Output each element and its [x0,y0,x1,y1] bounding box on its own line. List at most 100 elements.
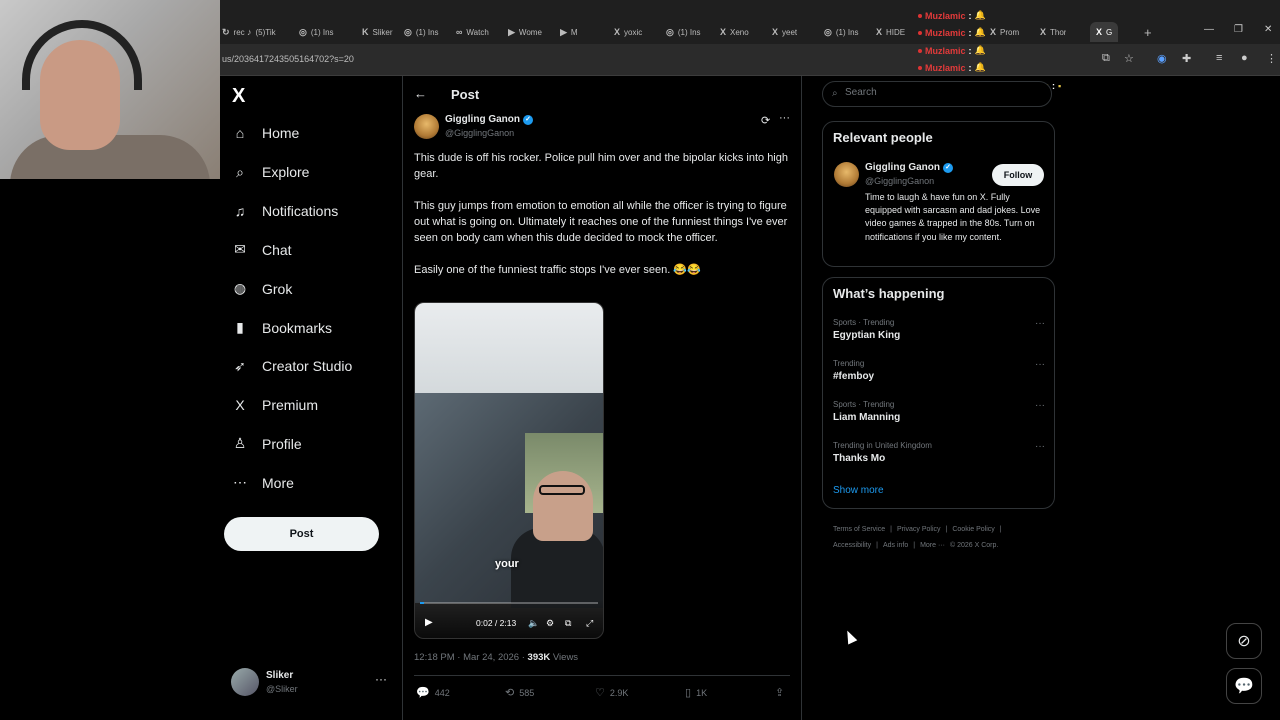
browser-tab[interactable]: X Thor [1040,22,1066,42]
trend-item[interactable]: Sports · Trending Egyptian King ··· [833,318,1045,341]
relevant-person-handle[interactable]: @GigglingGanon [865,176,934,186]
sidebar-item-home[interactable]: ⌂ Home [232,125,300,141]
bookmark-star-icon[interactable]: ☆ [1124,52,1134,65]
show-more-link[interactable]: Show more [833,485,884,496]
tab-favicon-icon: ∞ [456,27,463,37]
browser-tab[interactable]: X HIDE [876,22,905,42]
browser-tab[interactable]: XG [1090,22,1119,42]
minimize-icon[interactable]: — [1204,24,1214,35]
sidebar-item-label: Home [262,125,300,141]
search-input[interactable] [845,87,1025,98]
x-logo[interactable]: X [232,85,245,108]
picture-in-picture-icon[interactable]: ⧉ [565,618,571,629]
author-avatar[interactable] [414,114,439,139]
profile-icon[interactable]: ● [1241,52,1248,64]
like-button[interactable]: ♡ 2.9K [595,686,628,699]
footer-link[interactable]: More ··· [920,542,945,549]
browser-tab[interactable]: ◎ (1) Ins [404,22,439,42]
browser-tab[interactable]: ▶ M [560,22,578,42]
verified-badge-icon: ✓ [943,162,953,173]
browser-tab[interactable]: ◎ (1) Ins [666,22,701,42]
explore-icon: ⌕ [236,163,244,180]
browser-tab[interactable]: ◎ (1) Ins [824,22,859,42]
sidebar-item-label: Creator Studio [262,358,353,375]
sidebar-item-profile[interactable]: ♙ Profile [232,435,302,452]
follow-button[interactable]: Follow [992,164,1044,186]
trend-more-icon[interactable]: ··· [1035,441,1045,452]
volume-icon[interactable]: 🔈 [528,618,539,629]
author-name[interactable]: Giggling Ganon ✓ [445,114,533,125]
footer-link[interactable]: Cookie Policy [952,526,994,533]
browser-tab[interactable]: ↻ rec [222,22,245,42]
sidebar-item-grok[interactable]: ◍ Grok [232,280,292,297]
video-player[interactable]: your ▶ 0:02 / 2:13 🔈 ⚙ ⧉ ⤢ [414,302,604,639]
author-handle[interactable]: @GigglingGanon [445,128,514,138]
browser-tab[interactable]: ∞ Watch [456,22,489,42]
media-icon[interactable]: ≡ [1216,52,1222,64]
share-button[interactable]: ⇪ [775,686,784,699]
browser-tab[interactable]: ◎ (1) Ins [299,22,334,42]
trend-item[interactable]: Trending #femboy ··· [833,359,1045,382]
footer-link[interactable]: Privacy Policy [897,526,941,533]
tab-label: (1) Ins [677,27,701,37]
sidebar-item-notifications[interactable]: ♫ Notifications [232,203,339,219]
settings-gear-icon[interactable]: ⚙ [546,618,554,629]
relevant-person-name[interactable]: Giggling Ganon ✓ [865,162,953,173]
tab-favicon-icon: X [1040,27,1047,37]
trend-item[interactable]: Sports · Trending Liam Manning ··· [833,400,1045,423]
browser-menu-icon[interactable]: ⋮ [1266,52,1277,65]
footer-link[interactable]: Terms of Service [833,526,885,533]
footer-separator: | [890,526,892,533]
trend-more-icon[interactable]: ··· [1035,318,1045,329]
webcam-overlay [0,0,220,179]
account-more-icon[interactable]: ··· [375,672,387,686]
browser-tab[interactable]: ▶ Wome [508,22,542,42]
search-box[interactable]: ⌕ [822,81,1052,107]
play-icon[interactable]: ▶ [425,617,433,628]
repost-button[interactable]: ⟲ 585 [505,686,534,699]
reply-button[interactable]: 💬 442 [416,686,450,699]
footer-link[interactable]: Accessibility [833,542,871,549]
grok-explain-icon[interactable]: ⟳ [761,114,770,127]
mouse-cursor [842,628,858,645]
grok-fab-icon[interactable]: ⊘ [1226,623,1262,659]
browser-tab[interactable]: K Sliker [362,22,393,42]
trend-item[interactable]: Trending in United Kingdom Thanks Mo ··· [833,441,1045,464]
trend-context: Trending [833,359,865,368]
browser-tab[interactable]: ♪ (5)Tik [247,22,276,42]
account-switcher[interactable]: Sliker @Sliker ··· [231,668,391,698]
sidebar-item-chat[interactable]: ✉ Chat [232,241,291,258]
chat-username: Muzlamic [925,10,966,21]
fullscreen-icon[interactable]: ⤢ [586,618,593,629]
account-handle: @Sliker [266,684,298,694]
trend-more-icon[interactable]: ··· [1035,359,1045,370]
back-arrow-icon[interactable]: ← [414,86,427,101]
bookmark-button[interactable]: ▯ 1K [685,686,707,699]
post-timestamp[interactable]: 12:18 PM · Mar 24, 2026 · [414,652,528,663]
sidebar-item-bookmarks[interactable]: ▮ Bookmarks [232,319,332,336]
footer-link[interactable]: © 2026 X Corp. [950,542,998,549]
home-icon: ⌂ [235,125,245,141]
sidebar-item-creator-studio[interactable]: ➶ Creator Studio [232,358,352,375]
avatar[interactable] [834,162,859,187]
sidebar-item-premium[interactable]: X Premium [232,397,318,413]
sidebar-item-explore[interactable]: ⌕ Explore [232,164,309,181]
close-window-icon[interactable]: ✕ [1264,24,1272,35]
browser-tab[interactable]: Xyoxic [614,22,642,42]
footer-link[interactable]: Ads info [883,542,908,549]
browser-tab[interactable]: Xyeet [772,22,797,42]
url-text[interactable]: us/2036417243505164702?s=20 [222,54,354,64]
video-progress-bar[interactable] [420,602,598,604]
restore-icon[interactable]: ❐ [1234,24,1243,35]
extension-audio-icon[interactable]: ◉ [1157,52,1167,65]
new-tab-button[interactable]: + [1144,22,1152,42]
browser-tab[interactable]: X Xeno [720,22,749,42]
post-more-icon[interactable]: ··· [779,112,790,124]
browser-tab[interactable]: X Prom [990,22,1019,42]
sidebar-item-more[interactable]: ⋯ More [232,474,294,491]
trend-more-icon[interactable]: ··· [1035,400,1045,411]
messages-fab-icon[interactable]: 💬 [1226,668,1262,704]
extensions-icon[interactable]: ✚ [1182,52,1191,65]
post-button[interactable]: Post [224,517,379,551]
install-app-icon[interactable]: ⧉ [1102,52,1110,65]
